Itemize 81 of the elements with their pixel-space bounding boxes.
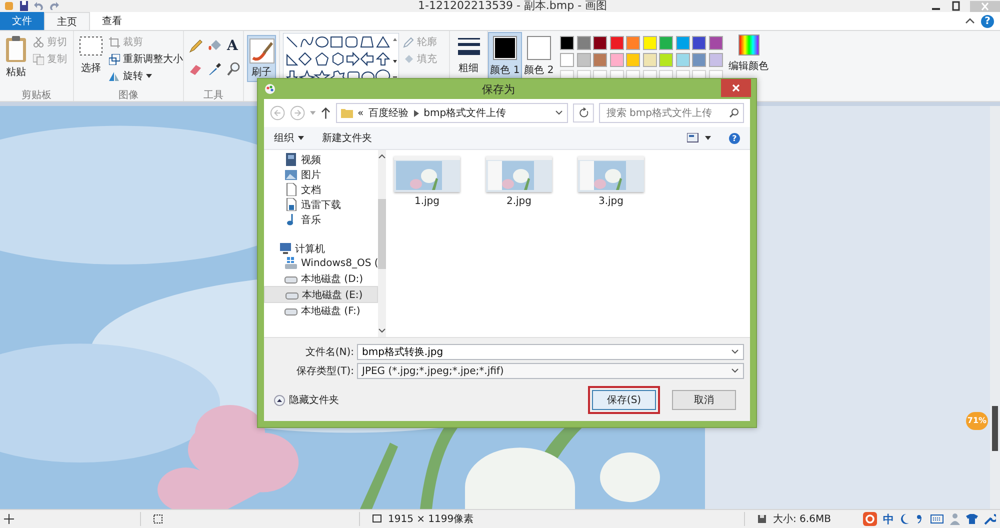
image-size-icon bbox=[372, 514, 382, 524]
magnifier-icon[interactable] bbox=[227, 62, 241, 76]
palette-swatch[interactable] bbox=[610, 53, 624, 67]
palette-swatch[interactable] bbox=[560, 36, 574, 50]
window-title: 1-121202213539 - 副本.bmp - 画图 bbox=[417, 0, 608, 12]
group-label: 图像 bbox=[118, 89, 140, 101]
image-dimensions: 1915 × 1199像素 bbox=[388, 512, 475, 526]
brush-icon bbox=[248, 38, 274, 64]
rotate-icon bbox=[109, 70, 120, 82]
palette-swatch[interactable] bbox=[692, 36, 706, 50]
brushes-button[interactable]: 刷子 bbox=[247, 35, 276, 82]
file-size: 大小: 6.6MB bbox=[773, 512, 831, 526]
palette-swatch[interactable] bbox=[610, 36, 624, 50]
scrollbar-thumb[interactable] bbox=[992, 406, 998, 451]
ribbon-tab[interactable]: 查看 bbox=[90, 12, 134, 30]
palette-swatch[interactable] bbox=[593, 53, 607, 67]
palette-swatch[interactable] bbox=[659, 36, 673, 50]
palette-swatch[interactable] bbox=[708, 36, 722, 50]
group-label: 工具 bbox=[202, 89, 224, 101]
select-button[interactable]: 选择 bbox=[77, 33, 105, 88]
moon-icon[interactable] bbox=[900, 513, 910, 525]
input-method-icon[interactable] bbox=[863, 512, 877, 526]
fill-bucket-icon[interactable] bbox=[208, 39, 222, 53]
palette-swatch[interactable] bbox=[642, 36, 656, 50]
edit-colors-button[interactable]: 编辑颜色 bbox=[726, 31, 770, 101]
palette-swatch[interactable] bbox=[692, 53, 706, 67]
close-icon bbox=[732, 84, 740, 92]
palette-swatch[interactable] bbox=[626, 53, 640, 67]
resize-icon bbox=[109, 54, 120, 64]
resize-button[interactable]: 重新调整大小 bbox=[109, 52, 183, 66]
fill-icon bbox=[403, 54, 414, 64]
redo-icon[interactable] bbox=[49, 1, 59, 11]
ribbon-tab[interactable]: 文件 bbox=[0, 12, 44, 30]
selection-icon bbox=[153, 514, 163, 524]
caret-icon bbox=[146, 74, 152, 78]
eraser-icon[interactable] bbox=[189, 62, 203, 76]
paint-icon bbox=[264, 83, 276, 95]
ime-mode[interactable]: 中 bbox=[883, 512, 894, 526]
dropdown-icon bbox=[731, 368, 739, 374]
palette-swatch[interactable] bbox=[676, 53, 690, 67]
keyboard-icon[interactable] bbox=[930, 514, 944, 524]
crop-icon bbox=[109, 36, 120, 48]
move-icon bbox=[4, 514, 14, 524]
paste-button[interactable]: 粘贴 bbox=[3, 33, 29, 88]
paint-icon bbox=[4, 1, 14, 11]
palette-swatch[interactable] bbox=[593, 36, 607, 50]
clipboard-icon bbox=[5, 35, 27, 63]
punctuation-icon[interactable] bbox=[916, 513, 924, 525]
palette-swatch[interactable] bbox=[576, 36, 590, 50]
save-icon[interactable] bbox=[19, 1, 29, 11]
palette-swatch[interactable] bbox=[560, 53, 574, 67]
palette-swatch[interactable] bbox=[659, 53, 673, 67]
rainbow-icon bbox=[736, 33, 760, 57]
search-icon bbox=[728, 108, 739, 118]
size-button[interactable]: 粗细 bbox=[453, 33, 484, 77]
palette-swatch[interactable] bbox=[626, 36, 640, 50]
scissors-icon bbox=[33, 36, 44, 48]
user-icon[interactable] bbox=[950, 513, 960, 525]
dropdown-icon[interactable] bbox=[731, 349, 739, 355]
palette-swatch[interactable] bbox=[676, 36, 690, 50]
ribbon-tab[interactable]: 主页 bbox=[44, 12, 90, 30]
help-button[interactable]: ? bbox=[981, 14, 994, 28]
rotate-button[interactable]: 旋转 bbox=[109, 69, 183, 83]
close-icon[interactable] bbox=[970, 0, 1000, 12]
palette-swatch[interactable] bbox=[576, 53, 590, 67]
undo-icon[interactable] bbox=[34, 1, 44, 11]
wrench-icon[interactable] bbox=[984, 513, 996, 525]
shirt-icon[interactable] bbox=[966, 513, 978, 525]
text-tool-button[interactable]: A bbox=[227, 39, 241, 53]
palette-swatch[interactable] bbox=[708, 53, 722, 67]
copy-icon bbox=[33, 54, 44, 64]
collapse-ribbon-icon[interactable] bbox=[965, 17, 975, 25]
help-button[interactable]: ? bbox=[729, 132, 740, 144]
pencil-icon[interactable] bbox=[189, 39, 203, 53]
color-picker-icon[interactable] bbox=[208, 62, 222, 76]
group-label: 剪贴板 bbox=[20, 88, 52, 101]
pen-icon bbox=[403, 36, 414, 48]
restore-icon[interactable] bbox=[950, 1, 962, 11]
close-button[interactable] bbox=[721, 79, 751, 97]
palette-swatch[interactable] bbox=[642, 53, 656, 67]
color-slot-button[interactable]: 颜色 2 bbox=[522, 32, 556, 100]
